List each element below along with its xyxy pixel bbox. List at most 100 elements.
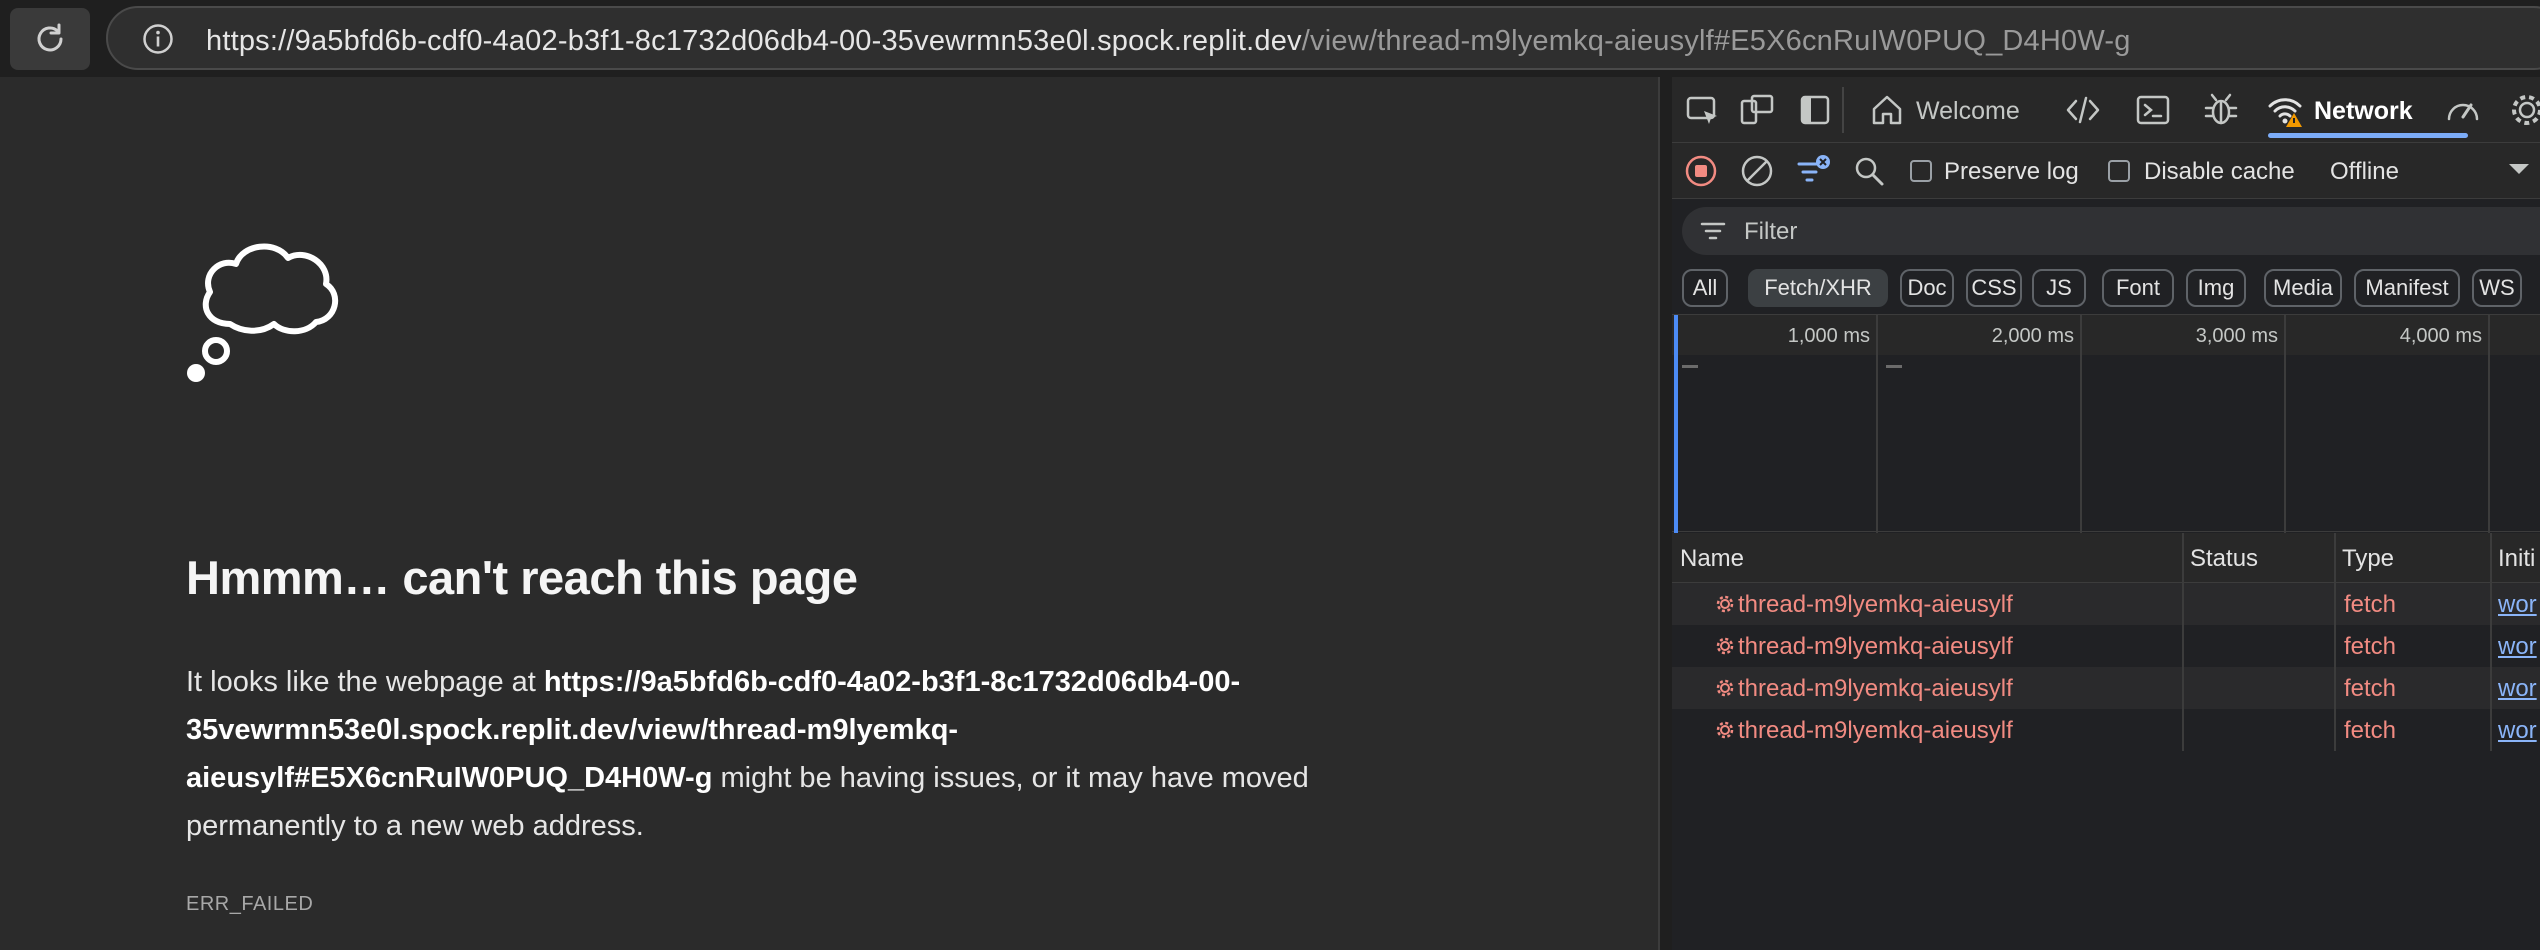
request-type: fetch (2344, 633, 2397, 660)
browser-toolbar: https://9a5bfd6b-cdf0-4a02-b3f1-8c1732d0… (0, 0, 2540, 77)
reload-button[interactable] (10, 8, 90, 70)
error-url-part1: https://9a5bfd6b-cdf0-4a02-b3f1-8c1732d0… (543, 666, 1241, 698)
throttling-select[interactable]: Offline (2330, 158, 2399, 186)
overview-request-mark (1682, 365, 1698, 368)
tab-welcome[interactable]: Welcome (1916, 97, 2020, 126)
filter-chip-manifest[interactable]: Manifest (2354, 269, 2460, 307)
filter-placeholder: Filter (1744, 218, 1798, 245)
info-icon[interactable] (142, 23, 174, 55)
preserve-log-checkbox[interactable] (1910, 160, 1932, 182)
filter-chip-css[interactable]: CSS (1966, 269, 2022, 307)
error-desc-suffix: might be having issues, or it may have m… (712, 762, 1309, 794)
devtools-splitter[interactable] (1658, 77, 1672, 950)
url-text[interactable]: https://9a5bfd6b-cdf0-4a02-b3f1-8c1732d0… (206, 25, 2131, 58)
dock-side-icon[interactable] (1796, 91, 1834, 129)
chevron-down-icon[interactable] (2506, 156, 2532, 182)
column-header-status[interactable]: Status (2190, 545, 2258, 573)
requests-table-header: Name Status Type Initi (1672, 533, 2540, 583)
network-overview[interactable]: 1,000 ms 2,000 ms 3,000 ms 4,000 ms (1672, 314, 2540, 533)
filter-chip-media[interactable]: Media (2264, 269, 2342, 307)
request-gear-icon (1716, 679, 1734, 697)
filter-chip-fetch-xhr[interactable]: Fetch/XHR (1748, 269, 1888, 307)
error-description: It looks like the webpage at https://9a5… (186, 658, 1346, 850)
settings-gear-icon[interactable] (2508, 91, 2540, 129)
clear-icon[interactable] (1740, 154, 1774, 188)
resource-type-filters: All Fetch/XHR Doc CSS JS Font Img Media Manifest… (1672, 263, 2540, 313)
column-divider (2490, 709, 2492, 751)
request-name[interactable]: thread-m9lyemkq-aieusylf (1738, 717, 2013, 745)
request-gear-icon (1716, 595, 1734, 613)
home-icon (1872, 95, 1902, 125)
elements-tab-icon[interactable] (2064, 91, 2102, 129)
request-initiator-link[interactable]: wor (2498, 633, 2537, 661)
search-icon[interactable] (1852, 154, 1886, 188)
performance-gauge-icon[interactable] (2444, 91, 2482, 129)
column-divider (2182, 709, 2184, 751)
table-row[interactable]: thread-m9lyemkq-aieusylf fetch wor (1672, 709, 2540, 751)
column-divider (2334, 667, 2336, 709)
overview-gridline (2080, 315, 2082, 533)
filter-chip-font[interactable]: Font (2102, 269, 2174, 307)
column-divider[interactable] (2334, 533, 2336, 583)
overview-gridline (2284, 315, 2286, 533)
request-name[interactable]: thread-m9lyemkq-aieusylf (1738, 675, 2013, 703)
thought-cloud-icon (187, 243, 338, 382)
table-row[interactable]: thread-m9lyemkq-aieusylf fetch wor (1672, 625, 2540, 667)
table-row[interactable]: thread-m9lyemkq-aieusylf fetch wor (1672, 667, 2540, 709)
disable-cache-label: Disable cache (2144, 158, 2295, 185)
record-stop-icon[interactable] (1684, 154, 1718, 188)
column-divider[interactable] (2182, 533, 2184, 583)
request-name[interactable]: thread-m9lyemkq-aieusylf (1738, 591, 2013, 619)
device-toolbar-icon[interactable] (1738, 91, 1776, 129)
devtools-panel: Welcome Network Preserve log Disable cac… (1672, 77, 2540, 950)
column-divider (2182, 667, 2184, 709)
column-header-name[interactable]: Name (1680, 545, 1744, 573)
request-initiator-link[interactable]: wor (2498, 675, 2537, 703)
column-header-initiator[interactable]: Initi (2498, 545, 2535, 573)
filter-chip-all[interactable]: All (1682, 269, 1728, 307)
error-title: Hmmm… can't reach this page (186, 551, 858, 604)
filter-chip-ws[interactable]: WS (2472, 269, 2522, 307)
error-page: Hmmm… can't reach this page It looks lik… (0, 77, 1658, 950)
column-divider (2490, 583, 2492, 625)
column-divider (2334, 709, 2336, 751)
error-desc-line4: permanently to a new web address. (186, 810, 644, 842)
sources-bug-icon[interactable] (2202, 91, 2240, 129)
request-type: fetch (2344, 675, 2397, 702)
url-host: https://9a5bfd6b-cdf0-4a02-b3f1-8c1732d0… (206, 25, 1302, 57)
filter-chip-doc[interactable]: Doc (1900, 269, 1954, 307)
error-url-part2: 35vewrmn53e0l.spock.replit.dev/view/thre… (186, 714, 959, 746)
error-url-part3: aieusylf#E5X6cnRuIW0PUQ_D4H0W-g (186, 762, 713, 794)
filter-icon (1700, 222, 1726, 240)
overview-tick-label: 2,000 ms (1991, 325, 2074, 347)
overview-tick-label: 4,000 ms (2399, 325, 2482, 347)
overview-gridline (1876, 315, 1878, 533)
url-path: /view/thread-m9lyemkq-aieusylf#E5X6cnRuI… (1301, 25, 2131, 57)
overview-request-mark (1886, 365, 1902, 368)
request-type: fetch (2344, 591, 2397, 618)
address-bar[interactable]: https://9a5bfd6b-cdf0-4a02-b3f1-8c1732d0… (106, 6, 2540, 70)
filter-input[interactable]: Filter (1682, 207, 2540, 255)
overview-start-marker (1674, 315, 1678, 533)
column-divider (2490, 667, 2492, 709)
inspect-element-icon[interactable] (1684, 91, 1722, 129)
tab-network[interactable]: Network (2314, 97, 2413, 126)
filter-chip-img[interactable]: Img (2186, 269, 2246, 307)
filter-chip-js[interactable]: JS (2032, 269, 2086, 307)
filter-toggle-icon[interactable] (1796, 154, 1830, 188)
requests-table: Name Status Type Initi thread-m9lyemkq-aieu… (1672, 533, 2540, 950)
network-wifi-icon[interactable] (2266, 91, 2304, 129)
column-divider (2182, 583, 2184, 625)
error-desc-prefix: It looks like the webpage at (186, 666, 544, 698)
table-row[interactable]: thread-m9lyemkq-aieusylf fetch wor (1672, 583, 2540, 625)
request-initiator-link[interactable]: wor (2498, 591, 2537, 619)
disable-cache-checkbox[interactable] (2108, 160, 2130, 182)
request-name[interactable]: thread-m9lyemkq-aieusylf (1738, 633, 2013, 661)
console-tab-icon[interactable] (2134, 91, 2172, 129)
reload-icon (37, 23, 63, 52)
column-divider[interactable] (2490, 533, 2492, 583)
network-toolbar: Preserve log Disable cache Offline (1672, 143, 2540, 199)
column-header-type[interactable]: Type (2342, 545, 2394, 573)
request-initiator-link[interactable]: wor (2498, 717, 2537, 745)
column-divider (2490, 625, 2492, 667)
